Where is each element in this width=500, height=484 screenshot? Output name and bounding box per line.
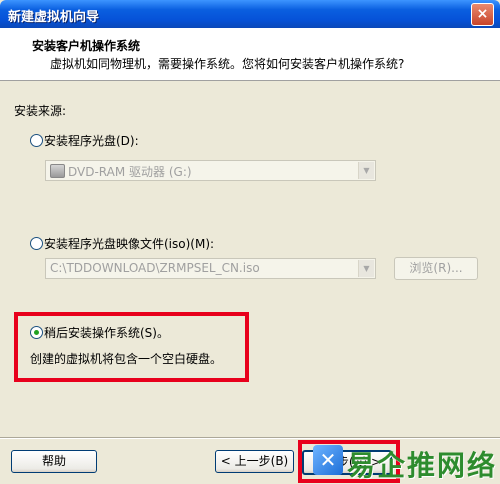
radio-install-iso[interactable] — [30, 237, 43, 250]
back-button[interactable]: < 上一步(B) — [215, 450, 294, 473]
close-button[interactable]: × — [471, 3, 494, 26]
install-later-description: 创建的虚拟机将包含一个空白硬盘。 — [30, 352, 223, 366]
iso-path-value: C:\TDDOWNLOAD\ZRMPSEL_CN.iso — [50, 261, 260, 275]
page-subtitle: 虚拟机如同物理机，需要操作系统。您将如何安装客户机操作系统? — [50, 57, 405, 71]
chevron-down-icon[interactable]: ▼ — [358, 260, 374, 277]
iso-path-combo[interactable]: C:\TDDOWNLOAD\ZRMPSEL_CN.iso ▼ — [45, 258, 376, 279]
page-title: 安装客户机操作系统 — [32, 39, 141, 53]
close-icon: × — [476, 6, 489, 22]
help-button[interactable]: 帮助 — [11, 450, 97, 473]
disc-drive-icon — [50, 164, 65, 178]
install-disc-label[interactable]: 安装程序光盘(D): — [44, 132, 139, 149]
chevron-down-icon[interactable]: ▼ — [358, 162, 374, 179]
disc-drive-combo[interactable]: DVD-RAM 驱动器 (G:) ▼ — [45, 160, 376, 181]
window-title: 新建虚拟机向导 — [8, 10, 100, 25]
wizard-header: 安装客户机操作系统 虚拟机如同物理机，需要操作系统。您将如何安装客户机操作系统? — [0, 28, 500, 81]
disc-drive-value: DVD-RAM 驱动器 (G:) — [68, 165, 192, 179]
install-iso-label[interactable]: 安装程序光盘映像文件(iso)(M): — [44, 235, 214, 252]
watermark-text: 易企推网络 — [347, 449, 498, 482]
title-bar: 新建虚拟机向导 × — [0, 0, 500, 28]
install-source-label: 安装来源: — [14, 104, 67, 118]
radio-install-disc[interactable] — [30, 134, 43, 147]
radio-install-later[interactable] — [30, 326, 43, 339]
browse-button[interactable]: 浏览(R)... — [394, 257, 478, 280]
watermark-logo-icon: ✕ — [313, 445, 343, 475]
highlight-box-install-later — [14, 312, 249, 382]
install-later-label[interactable]: 稍后安装操作系统(S)。 — [44, 324, 169, 341]
site-watermark: ✕ 易企推网络 — [313, 443, 500, 483]
footer-divider — [0, 437, 500, 439]
